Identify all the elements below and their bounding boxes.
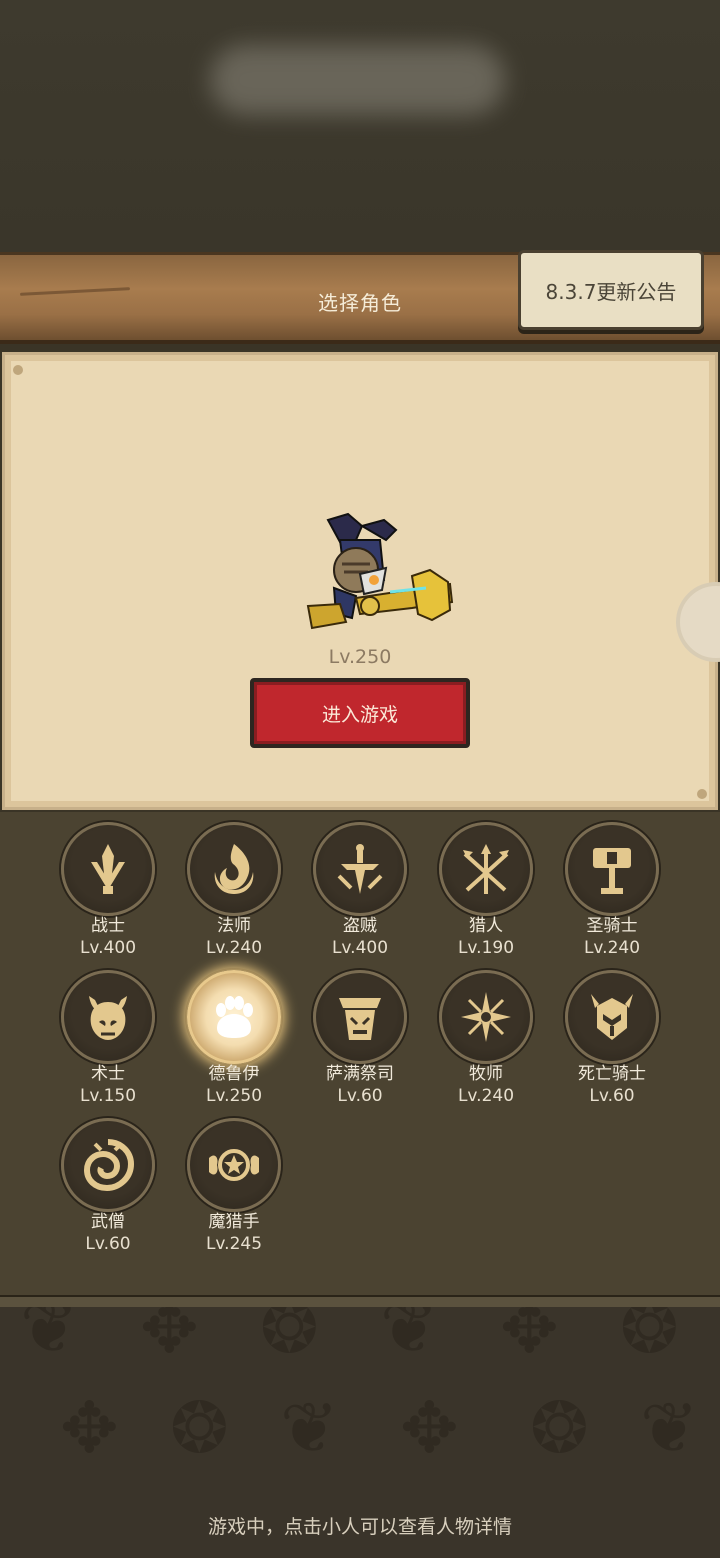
character-sprite[interactable] (300, 510, 460, 640)
class-hunter[interactable]: 猎人 Lv.190 (426, 822, 546, 962)
class-monk[interactable]: 武僧 Lv.60 (48, 1118, 168, 1258)
class-name: 德鲁伊 (208, 1064, 260, 1084)
class-rogue[interactable]: 盗贼 Lv.400 (300, 822, 420, 962)
demon-star-icon (209, 1149, 259, 1181)
panel-rivet (697, 789, 707, 799)
class-level: Lv.400 (331, 938, 389, 958)
character-level: Lv.250 (328, 646, 392, 668)
demon-skull-icon (89, 996, 127, 1040)
class-name: 牧师 (469, 1064, 503, 1084)
enter-game-button[interactable]: 进入游戏 (250, 678, 470, 748)
class-name: 猎人 (469, 916, 503, 936)
dagger-icon (337, 844, 383, 894)
decor-glyph: ❦ (380, 1307, 439, 1369)
class-level: Lv.245 (205, 1234, 263, 1254)
class-level: Lv.250 (205, 1086, 263, 1106)
decor-glyph: ❦ (640, 1387, 699, 1469)
class-name: 圣骑士 (586, 916, 638, 936)
class-demon-hunter[interactable]: 魔猎手 Lv.245 (174, 1118, 294, 1258)
decor-glyph: ✥ (500, 1307, 559, 1369)
class-level: Lv.240 (205, 938, 263, 958)
class-level: Lv.190 (457, 938, 515, 958)
class-name: 魔猎手 (208, 1212, 260, 1232)
helmet-icon (591, 994, 633, 1040)
class-name: 战士 (91, 916, 125, 936)
decor-glyph: ✥ (400, 1387, 459, 1469)
class-mage[interactable]: 法师 Lv.240 (174, 822, 294, 962)
class-level: Lv.150 (79, 1086, 137, 1106)
class-level: Lv.240 (583, 938, 641, 958)
class-level: Lv.240 (457, 1086, 515, 1106)
class-name: 死亡骑士 (578, 1064, 646, 1084)
flame-icon (214, 844, 254, 894)
class-druid[interactable]: 德鲁伊 Lv.250 (174, 970, 294, 1110)
decor-glyph: ❦ (20, 1307, 79, 1369)
decor-glyph: ✥ (140, 1307, 199, 1369)
class-warlock[interactable]: 术士 Lv.150 (48, 970, 168, 1110)
hammer-icon (593, 848, 631, 894)
class-name: 法师 (217, 916, 251, 936)
panel-rivet (13, 365, 23, 375)
class-priest[interactable]: 牧师 Lv.240 (426, 970, 546, 1110)
class-shaman[interactable]: 萨满祭司 Lv.60 (300, 970, 420, 1110)
class-level: Lv.400 (79, 938, 137, 958)
blurred-area (210, 45, 505, 115)
class-level: Lv.60 (589, 1086, 635, 1106)
class-paladin[interactable]: 圣骑士 Lv.240 (552, 822, 672, 962)
holy-star-icon (461, 992, 511, 1042)
decor-glyph: ❂ (260, 1307, 319, 1369)
class-name: 萨满祭司 (326, 1064, 394, 1084)
sword-icon (91, 844, 125, 894)
class-name: 术士 (91, 1064, 125, 1084)
swirl-icon (83, 1139, 135, 1192)
top-status-area (0, 0, 720, 252)
class-name: 武僧 (91, 1212, 125, 1232)
class-level: Lv.60 (85, 1234, 131, 1254)
crossed-arrows-icon (463, 844, 509, 894)
decor-glyph: ❦ (280, 1387, 339, 1469)
class-level: Lv.60 (337, 1086, 383, 1106)
class-name: 盗贼 (343, 916, 377, 936)
decor-glyph: ❂ (170, 1387, 229, 1469)
decor-glyph: ❂ (530, 1387, 589, 1469)
totem-icon (339, 998, 381, 1040)
decor-glyph: ❂ (620, 1307, 679, 1369)
class-death-knight[interactable]: 死亡骑士 Lv.60 (552, 970, 672, 1110)
paw-icon (216, 996, 253, 1038)
decor-glyph: ✥ (60, 1387, 119, 1469)
footer-hint: 游戏中，点击小人可以查看人物详情 (207, 1516, 512, 1538)
class-warrior[interactable]: 战士 Lv.400 (48, 822, 168, 962)
update-notice-button[interactable]: 8.3.7更新公告 (518, 250, 704, 330)
